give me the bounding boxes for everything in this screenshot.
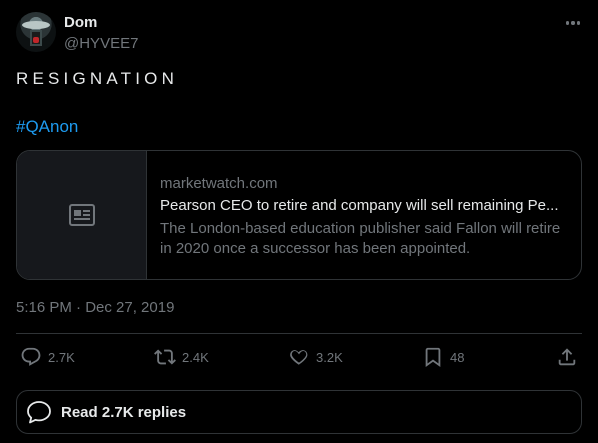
read-replies-label: Read 2.7K replies [61, 403, 187, 421]
reply-button[interactable]: 2.7K [20, 346, 75, 368]
bookmark-icon [425, 347, 441, 368]
card-title: Pearson CEO to retire and company will s… [160, 197, 559, 214]
news-card-icon [68, 204, 95, 226]
avatar-saucer-shape [22, 21, 50, 29]
like-button[interactable]: 3.2K [288, 346, 343, 368]
reply-icon [21, 347, 41, 366]
card-domain: marketwatch.com [160, 175, 278, 192]
avatar-red-detail [33, 37, 39, 43]
card-thumbnail [17, 151, 147, 279]
share-icon [558, 348, 576, 366]
tweet-timestamp[interactable]: 5:16 PM · Dec 27, 2019 [16, 299, 174, 316]
read-replies-button[interactable]: Read 2.7K replies [16, 390, 582, 434]
bookmark-button[interactable]: 48 [422, 346, 464, 368]
tweet-text: RESIGNATION [16, 69, 179, 88]
divider [16, 333, 582, 334]
retweet-button[interactable]: 2.4K [154, 346, 209, 368]
like-count: 3.2K [316, 349, 343, 365]
share-button[interactable] [556, 346, 584, 368]
author-name[interactable]: Dom [64, 14, 97, 31]
bookmark-count: 48 [450, 349, 465, 365]
card-description: The London-based education publisher sai… [160, 220, 561, 257]
retweet-icon [154, 349, 176, 365]
chat-bubble-icon [27, 401, 51, 424]
reply-count: 2.7K [48, 349, 75, 365]
author-handle[interactable]: @HYVEE7 [64, 35, 138, 52]
retweet-count: 2.4K [182, 349, 209, 365]
link-card[interactable]: marketwatch.com Pearson CEO to retire an… [16, 150, 582, 280]
avatar[interactable] [16, 12, 56, 52]
more-icon[interactable] [562, 14, 584, 32]
like-icon [290, 350, 308, 365]
hashtag-link[interactable]: #QAnon [16, 117, 78, 137]
